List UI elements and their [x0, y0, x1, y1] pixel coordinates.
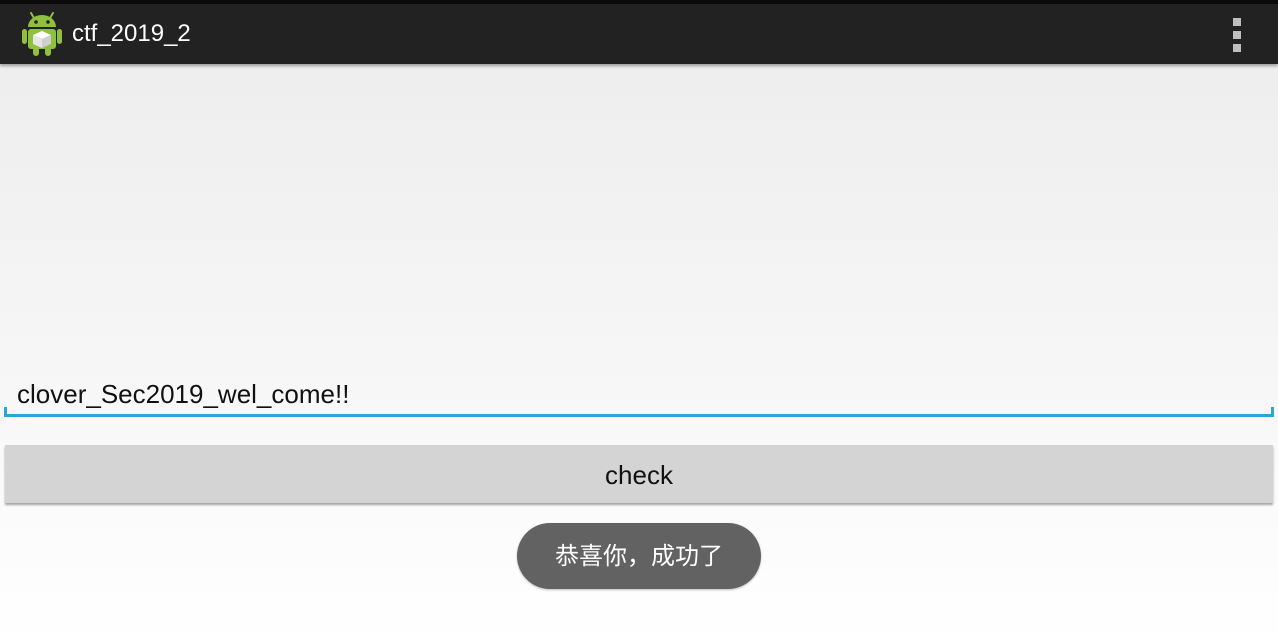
overflow-menu-icon[interactable]: [1222, 10, 1252, 60]
action-bar: ctf_2019_2: [0, 4, 1278, 64]
check-button[interactable]: check: [5, 445, 1273, 503]
input-underline: [4, 414, 1274, 417]
flag-input[interactable]: clover_Sec2019_wel_come!!: [4, 368, 1274, 420]
app-title: ctf_2019_2: [72, 20, 191, 47]
menu-dot: [1233, 18, 1241, 26]
toast-message: 恭喜你，成功了: [517, 523, 761, 589]
menu-dot: [1233, 44, 1241, 52]
input-underline-right: [1271, 407, 1274, 417]
menu-dot: [1233, 31, 1241, 39]
flag-input-value[interactable]: clover_Sec2019_wel_come!!: [17, 376, 349, 412]
android-robot-icon: [22, 12, 62, 56]
